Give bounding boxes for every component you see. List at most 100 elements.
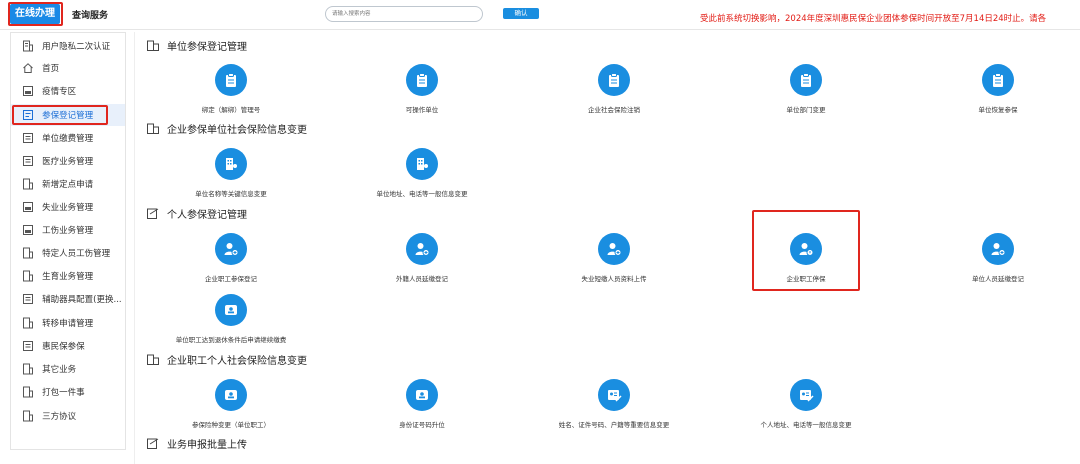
id-edit-icon xyxy=(790,379,822,411)
card-icon xyxy=(21,84,34,98)
sidebar-item-other[interactable]: 其它业务 xyxy=(11,358,125,380)
func-item[interactable]: 企业职工参保登记 xyxy=(141,233,321,283)
sidebar-item-medical[interactable]: 医疗业务管理 xyxy=(11,150,125,172)
sidebar: 用户隐私二次认证 首页 疫情专区 参保登记管理 单位缴费管理 医疗业务管理 新增… xyxy=(10,32,126,450)
id-card-icon xyxy=(215,379,247,411)
sidebar-item-label: 新增定点申请 xyxy=(42,180,94,190)
building-icon xyxy=(21,246,34,260)
func-item[interactable]: 单位地址、电话等一般信息变更 xyxy=(332,148,512,198)
building-icon xyxy=(21,269,34,283)
main-content: 单位参保登记管理 绑定（解绑）管理号 可操作单位 企业社会保险注销 单位部门变更… xyxy=(134,32,1080,464)
form-icon xyxy=(21,154,34,168)
card-icon xyxy=(21,200,34,214)
sidebar-item-home[interactable]: 首页 xyxy=(11,57,125,79)
sidebar-item-huiminbao[interactable]: 惠民保参保 xyxy=(11,335,125,357)
sidebar-item-label: 首页 xyxy=(42,64,60,74)
form-icon xyxy=(21,292,34,306)
edit-icon xyxy=(147,208,159,219)
clipboard-icon xyxy=(215,64,247,96)
user-add-icon xyxy=(982,233,1014,265)
func-item[interactable]: 单位恢复参保 xyxy=(908,64,1080,114)
sidebar-item-epidemic[interactable]: 疫情专区 xyxy=(11,80,125,102)
section-title: 个人参保登记管理 xyxy=(147,206,247,221)
section-title: 业务申报批量上传 xyxy=(147,436,247,451)
search-input[interactable]: 请输入搜索内容 xyxy=(325,6,483,22)
building-icon xyxy=(21,362,34,376)
sidebar-item-label: 转移申请管理 xyxy=(42,319,94,329)
highlight-box-online-tab xyxy=(8,2,63,26)
sidebar-item-label: 其它业务 xyxy=(42,365,77,375)
func-item[interactable]: 单位部门变更 xyxy=(716,64,896,114)
building-icon xyxy=(21,177,34,191)
sidebar-item-label: 特定人员工伤管理 xyxy=(42,249,111,259)
func-item[interactable]: 单位职工达到退休条件后申请继续缴费 xyxy=(141,294,321,344)
sidebar-item-work-injury[interactable]: 工伤业务管理 xyxy=(11,219,125,241)
form-icon xyxy=(21,339,34,353)
form-icon xyxy=(21,131,34,145)
sidebar-item-payment[interactable]: 单位缴费管理 xyxy=(11,127,125,149)
building-icon xyxy=(147,123,159,134)
building-key-icon xyxy=(406,148,438,180)
notice-marquee: 受此前系统切换影响，2024年度深圳惠民保企业团体参保时间开放至7月14日24时… xyxy=(700,14,1047,24)
highlight-box-sidebar xyxy=(12,105,108,125)
func-item[interactable]: 绑定（解绑）管理号 xyxy=(141,64,321,114)
top-bar: 在线办理 查询服务 请输入搜索内容 确认 受此前系统切换影响，2024年度深圳惠… xyxy=(0,0,1080,30)
building-icon xyxy=(21,409,34,423)
confirm-button[interactable]: 确认 xyxy=(503,8,539,19)
sidebar-item-label: 疫情专区 xyxy=(42,87,77,97)
func-item[interactable]: 身份证号码升位 xyxy=(332,379,512,429)
sidebar-item-assistive-devices[interactable]: 辅助器具配置(更换... xyxy=(11,288,125,310)
sidebar-item-new-designated[interactable]: 新增定点申请 xyxy=(11,173,125,195)
clipboard-icon xyxy=(598,64,630,96)
building-icon xyxy=(21,385,34,399)
building-key-icon xyxy=(215,148,247,180)
sidebar-item-label: 生育业务管理 xyxy=(42,272,94,282)
clipboard-icon xyxy=(982,64,1014,96)
sidebar-item-label: 打包一件事 xyxy=(42,388,85,398)
clipboard-icon xyxy=(406,64,438,96)
sidebar-item-label: 三方协议 xyxy=(42,412,77,422)
func-item[interactable]: 失业短缴人员资料上传 xyxy=(524,233,704,283)
sidebar-item-maternity[interactable]: 生育业务管理 xyxy=(11,265,125,287)
sidebar-item-privacy-auth[interactable]: 用户隐私二次认证 xyxy=(11,35,125,57)
id-edit-icon xyxy=(598,379,630,411)
sidebar-item-label: 惠民保参保 xyxy=(42,342,85,352)
building-icon xyxy=(147,354,159,365)
func-item[interactable]: 外籍人员延缴登记 xyxy=(332,233,512,283)
section-title: 企业参保单位社会保险信息变更 xyxy=(147,121,307,136)
section-title: 单位参保登记管理 xyxy=(147,38,247,53)
card-icon xyxy=(21,223,34,237)
sidebar-item-unemployment[interactable]: 失业业务管理 xyxy=(11,196,125,218)
sidebar-item-label: 医疗业务管理 xyxy=(42,157,94,167)
highlight-box-stop-insurance xyxy=(752,210,860,291)
user-add-icon xyxy=(598,233,630,265)
sidebar-item-tripartite[interactable]: 三方协议 xyxy=(11,405,125,427)
sidebar-item-package[interactable]: 打包一件事 xyxy=(11,381,125,403)
building-icon xyxy=(21,316,34,330)
func-item[interactable]: 企业社会保险注销 xyxy=(524,64,704,114)
tab-query-service[interactable]: 查询服务 xyxy=(72,8,108,21)
sidebar-item-label: 失业业务管理 xyxy=(42,203,94,213)
func-item[interactable]: 单位人员延缴登记 xyxy=(908,233,1080,283)
edit-icon xyxy=(147,438,159,449)
id-card-icon xyxy=(215,294,247,326)
func-item[interactable]: 姓名、证件号码、户籍等重要信息变更 xyxy=(524,379,704,429)
sidebar-item-label: 单位缴费管理 xyxy=(42,134,94,144)
clipboard-icon xyxy=(790,64,822,96)
user-add-icon xyxy=(215,233,247,265)
sidebar-item-label: 辅助器具配置(更换... xyxy=(42,295,122,305)
building-icon xyxy=(147,40,159,51)
section-title: 企业职工个人社会保险信息变更 xyxy=(147,352,307,367)
home-icon xyxy=(21,61,34,75)
sidebar-item-label: 工伤业务管理 xyxy=(42,226,94,236)
func-item[interactable]: 可操作单位 xyxy=(332,64,512,114)
building-icon xyxy=(21,39,34,53)
id-card-icon xyxy=(406,379,438,411)
func-item[interactable]: 个人地址、电话等一般信息变更 xyxy=(716,379,896,429)
sidebar-item-label: 用户隐私二次认证 xyxy=(42,42,111,52)
sidebar-item-transfer[interactable]: 转移申请管理 xyxy=(11,312,125,334)
user-add-icon xyxy=(406,233,438,265)
func-item[interactable]: 单位名称等关键信息变更 xyxy=(141,148,321,198)
func-item[interactable]: 参保险种变更（单位职工） xyxy=(141,379,321,429)
sidebar-item-special-injury[interactable]: 特定人员工伤管理 xyxy=(11,242,125,264)
